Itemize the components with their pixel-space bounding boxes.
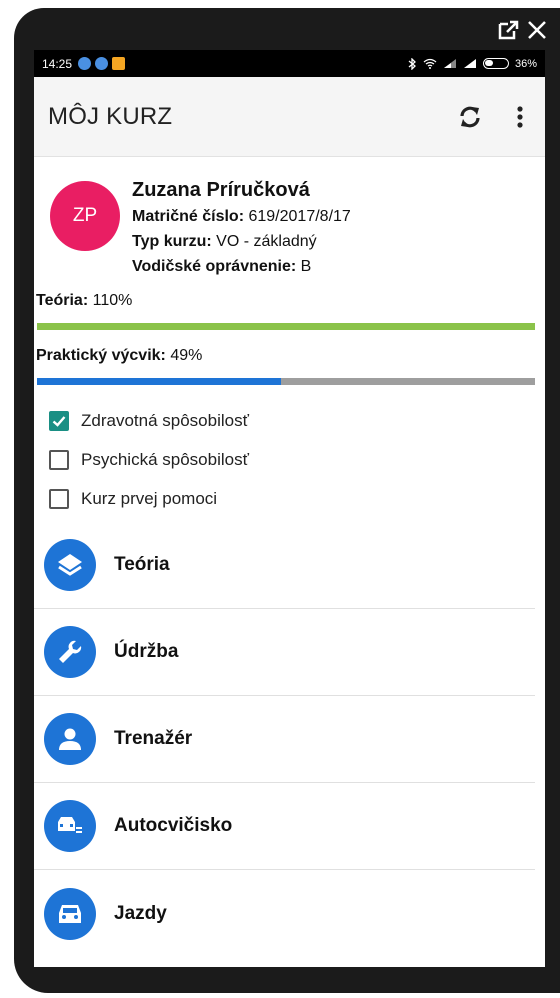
notification-icon — [112, 57, 126, 70]
car-icon — [44, 887, 96, 940]
opravnenie-value: B — [300, 258, 312, 275]
matricne-row: Matričné číslo: 619/2017/8/17 — [132, 207, 351, 227]
avatar: ZP — [50, 181, 120, 251]
phone-screen: 14:25 36% MÔJ KURZ ZP Zuzana Príručková … — [34, 50, 545, 967]
status-bar: 14:25 36% — [34, 50, 545, 77]
checklist-label: Zdravotná spôsobilosť — [81, 410, 249, 430]
menu-label: Trenažér — [114, 728, 193, 749]
teoria-value: 110% — [92, 292, 133, 309]
typ-kurzu-row: Typ kurzu: VO - základný — [132, 232, 351, 252]
opravnenie-row: Vodičské oprávnenie: B — [132, 257, 351, 277]
checklist-item-psychicka[interactable]: Psychická spôsobilosť — [49, 440, 545, 479]
teoria-progress-label: Teória: 110% — [34, 291, 545, 311]
checkbox[interactable] — [49, 488, 69, 509]
external-window-icon[interactable] — [498, 20, 520, 40]
teoria-label: Teória: — [36, 292, 89, 309]
student-name: Zuzana Príručková — [132, 179, 310, 201]
notification-icon — [78, 57, 92, 70]
typ-kurzu-label: Typ kurzu: — [132, 233, 212, 250]
battery-level: 36% — [514, 57, 537, 70]
page-title: MÔJ KURZ — [48, 102, 173, 130]
menu-label: Jazdy — [114, 902, 167, 924]
bluetooth-icon — [408, 57, 416, 70]
teoria-progress-bar — [37, 323, 535, 330]
course-menu: Teória Údržba Trenažér Autocvičisko Jazd… — [34, 522, 545, 957]
matricne-value: 619/2017/8/17 — [248, 208, 351, 225]
checklist-item-zdravotna[interactable]: Zdravotná spôsobilosť — [49, 401, 545, 440]
opravnenie-label: Vodičské oprávnenie: — [132, 258, 297, 275]
menu-item-trenazer[interactable]: Trenažér — [34, 696, 535, 783]
notification-icon — [95, 57, 109, 70]
checklist-label: Psychická spôsobilosť — [81, 449, 249, 469]
layers-icon — [44, 539, 96, 591]
menu-item-teoria[interactable]: Teória — [34, 522, 535, 609]
signal-icon — [443, 59, 456, 68]
checklist-item-prva-pomoc[interactable]: Kurz prvej pomoci — [49, 479, 545, 518]
close-icon[interactable] — [526, 19, 548, 41]
matricne-label: Matričné číslo: — [132, 208, 245, 225]
menu-label: Teória — [114, 554, 170, 575]
prax-progress-label: Praktický výcvik: 49% — [34, 346, 545, 366]
menu-item-jazdy[interactable]: Jazdy — [34, 870, 535, 957]
prax-value: 49% — [170, 347, 203, 364]
menu-item-autocvicisko[interactable]: Autocvičisko — [34, 783, 535, 870]
menu-label: Autocvičisko — [114, 815, 233, 836]
wifi-icon — [423, 58, 437, 69]
app-bar: MÔJ KURZ — [34, 77, 545, 157]
requirements-checklist: Zdravotná spôsobilosť Psychická spôsobil… — [34, 401, 545, 518]
check-icon — [52, 415, 66, 427]
checkbox[interactable] — [49, 410, 69, 431]
more-vert-icon[interactable] — [515, 105, 525, 129]
typ-kurzu-value: VO - základný — [216, 233, 317, 250]
person-icon — [44, 713, 96, 765]
signal-icon — [463, 59, 476, 68]
checkbox[interactable] — [49, 449, 69, 470]
wrench-icon — [44, 626, 96, 678]
teoria-progress-fill — [37, 323, 535, 330]
checklist-label: Kurz prvej pomoci — [81, 488, 218, 508]
prax-progress-fill — [37, 378, 282, 385]
refresh-icon[interactable] — [457, 104, 483, 130]
battery-icon — [482, 58, 509, 69]
status-time: 14:25 — [42, 56, 73, 71]
menu-item-udrzba[interactable]: Údržba — [34, 609, 535, 696]
prax-label: Praktický výcvik: — [36, 347, 166, 364]
profile-card: ZP Zuzana Príručková Matričné číslo: 619… — [34, 157, 545, 291]
profile-info: Zuzana Príručková Matričné číslo: 619/20… — [132, 179, 351, 291]
menu-label: Údržba — [114, 641, 179, 662]
car-parking-icon — [44, 800, 96, 852]
prax-progress-bar — [37, 378, 535, 385]
